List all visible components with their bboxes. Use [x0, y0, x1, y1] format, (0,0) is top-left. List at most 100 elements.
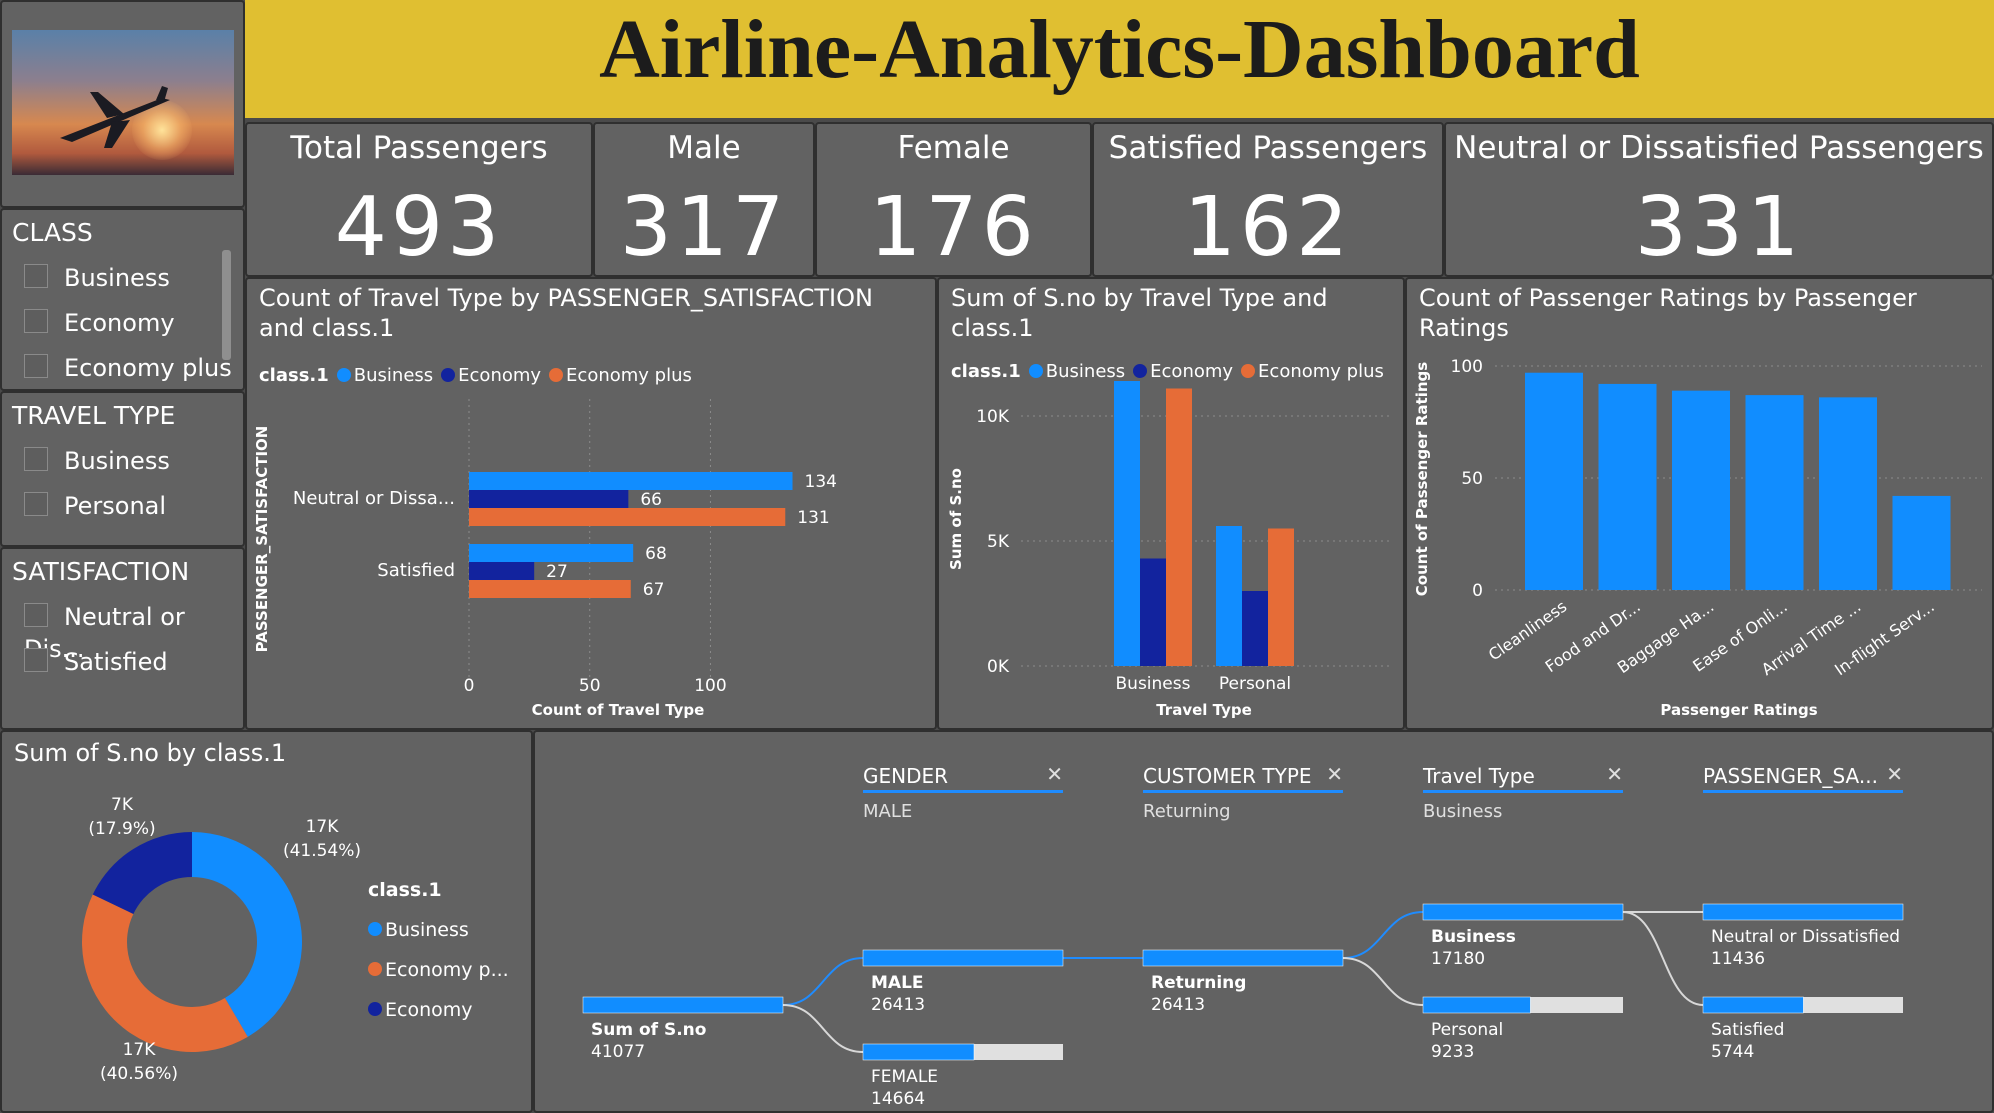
kpi-satisfied: Satisfied Passengers 162 — [1092, 122, 1444, 277]
kpi-total-passengers: Total Passengers 493 — [245, 122, 593, 277]
x-axis-title: Passenger Ratings — [1660, 701, 1817, 719]
kpi-value: 317 — [619, 180, 789, 275]
y-axis-title: Sum of S.no — [947, 468, 965, 570]
data-label: 27 — [546, 562, 568, 582]
slice-pct-label: (41.54%) — [283, 841, 361, 861]
dt-link — [782, 1004, 864, 1053]
airplane-photo — [12, 30, 234, 175]
checkbox[interactable] — [24, 648, 48, 672]
bar — [1140, 558, 1166, 666]
checkbox[interactable] — [24, 603, 48, 627]
dt-node-bar — [1422, 996, 1531, 1014]
y-tick-label: 100 — [1451, 357, 1483, 377]
legend-dot — [368, 922, 382, 936]
dt-node-bar — [862, 949, 1064, 967]
dt-node-label: Neutral or Dissatisfied — [1711, 927, 1900, 947]
dt-node-bar — [582, 996, 784, 1014]
slicer-option-business[interactable]: Business — [24, 262, 170, 294]
dt-node-value: 26413 — [871, 995, 925, 1015]
slicer-option-neutral[interactable]: Neutral or Dis... — [24, 601, 243, 663]
kpi-value: 162 — [1183, 180, 1353, 275]
dt-node-value: 14664 — [871, 1089, 925, 1109]
checkbox[interactable] — [24, 264, 48, 288]
data-label: 66 — [640, 490, 662, 510]
kpi-label: Male — [667, 130, 741, 166]
dt-node-label: Satisfied — [1711, 1020, 1784, 1040]
bar — [469, 508, 786, 526]
kpi-male: Male 317 — [593, 122, 815, 277]
dt-node-label: MALE — [871, 973, 924, 993]
decomposition-tree: GENDER ✕ MALE CUSTOMER TYPE ✕ Returning … — [533, 730, 1994, 1113]
kpi-label: Female — [897, 130, 1010, 166]
slicer-option-business[interactable]: Business — [24, 445, 170, 477]
x-category-label: Personal — [1219, 674, 1291, 694]
dt-node-bar — [1702, 996, 1804, 1014]
legend-item: Economy p... — [385, 959, 509, 981]
slicer-title: SATISFACTION — [12, 557, 190, 586]
option-label: Personal — [64, 492, 167, 520]
dt-link — [1342, 911, 1424, 959]
x-tick-label: 0 — [464, 676, 475, 696]
data-label: 131 — [797, 508, 829, 528]
slice-pct-label: (40.56%) — [100, 1064, 178, 1084]
slicer-option-satisfied[interactable]: Satisfied — [24, 646, 168, 678]
bar — [1598, 383, 1657, 590]
y-axis-title: Count of Passenger Ratings — [1413, 362, 1431, 596]
checkbox[interactable] — [24, 447, 48, 471]
x-category-label: Business — [1116, 674, 1191, 694]
kpi-value: 331 — [1634, 180, 1804, 275]
vbar-plot: 0K 5K 10K Sum of S.no Business Personal Travel… — [947, 381, 1389, 719]
dt-link — [782, 957, 864, 1006]
slicer-title: CLASS — [12, 218, 93, 247]
bar — [469, 562, 535, 580]
bar — [1672, 390, 1730, 590]
kpi-value: 176 — [869, 180, 1038, 275]
dt-node-value: 5744 — [1711, 1042, 1754, 1062]
slicer-option-personal[interactable]: Personal — [24, 490, 166, 522]
legend-item: Economy — [385, 999, 473, 1021]
donut-slice — [82, 894, 248, 1052]
kpi-label: Total Passengers — [290, 130, 548, 166]
dt-link — [1622, 911, 1704, 1006]
bar — [1242, 591, 1268, 666]
slicer-scrollbar[interactable] — [222, 250, 231, 360]
bar — [1745, 395, 1804, 590]
slicer-travel-type: TRAVEL TYPE Business Personal — [0, 391, 245, 547]
x-tick-label: 100 — [694, 676, 726, 696]
dt-link — [1342, 957, 1424, 1006]
bar — [1819, 397, 1877, 590]
slicer-class: CLASS Business Economy Economy plus — [0, 208, 245, 391]
kpi-value: 493 — [334, 180, 504, 275]
option-label: Business — [64, 264, 170, 292]
option-label: Satisfied — [64, 648, 168, 676]
checkbox[interactable] — [24, 354, 48, 378]
slicer-option-economy-plus[interactable]: Economy plus — [24, 352, 232, 384]
logo-tile — [0, 0, 245, 208]
dt-node-bar — [1142, 949, 1344, 967]
kpi-label: Neutral or Dissatisfied Passengers — [1454, 130, 1984, 166]
bar — [469, 580, 631, 598]
airplane-icon — [60, 86, 170, 148]
y-tick-label: 50 — [1461, 469, 1483, 489]
dt-node-label: FEMALE — [871, 1067, 938, 1087]
checkbox[interactable] — [24, 492, 48, 516]
passenger-ratings-chart: Count of Passenger Ratings by Passenger … — [1405, 277, 1994, 730]
slicer-option-economy[interactable]: Economy — [24, 307, 175, 339]
legend-item: Business — [385, 919, 469, 941]
x-axis-title: Count of Travel Type — [532, 701, 705, 719]
y-axis-title: PASSENGER_SATISFACTION — [253, 426, 271, 653]
donut-legend: class.1 Business Economy p... Economy — [368, 870, 509, 1030]
data-label: 68 — [645, 544, 667, 564]
bar — [1114, 381, 1140, 666]
bar — [469, 490, 629, 508]
y-tick-label: 10K — [976, 407, 1010, 427]
dt-tree-canvas: Sum of S.no41077MALE26413FEMALE14664Retu… — [582, 903, 1904, 1109]
bar — [1892, 495, 1951, 590]
sno-by-class-donut-chart: Sum of S.no by class.1 17K (41.54%) 17K (40… — [0, 730, 533, 1113]
slice-value-label: 17K — [123, 1040, 157, 1060]
data-label: 67 — [643, 580, 665, 600]
dashboard-title: Airline-Analytics-Dashboard — [599, 3, 1640, 96]
bar — [1216, 526, 1242, 666]
dt-node-label: Sum of S.no — [591, 1020, 706, 1040]
checkbox[interactable] — [24, 309, 48, 333]
